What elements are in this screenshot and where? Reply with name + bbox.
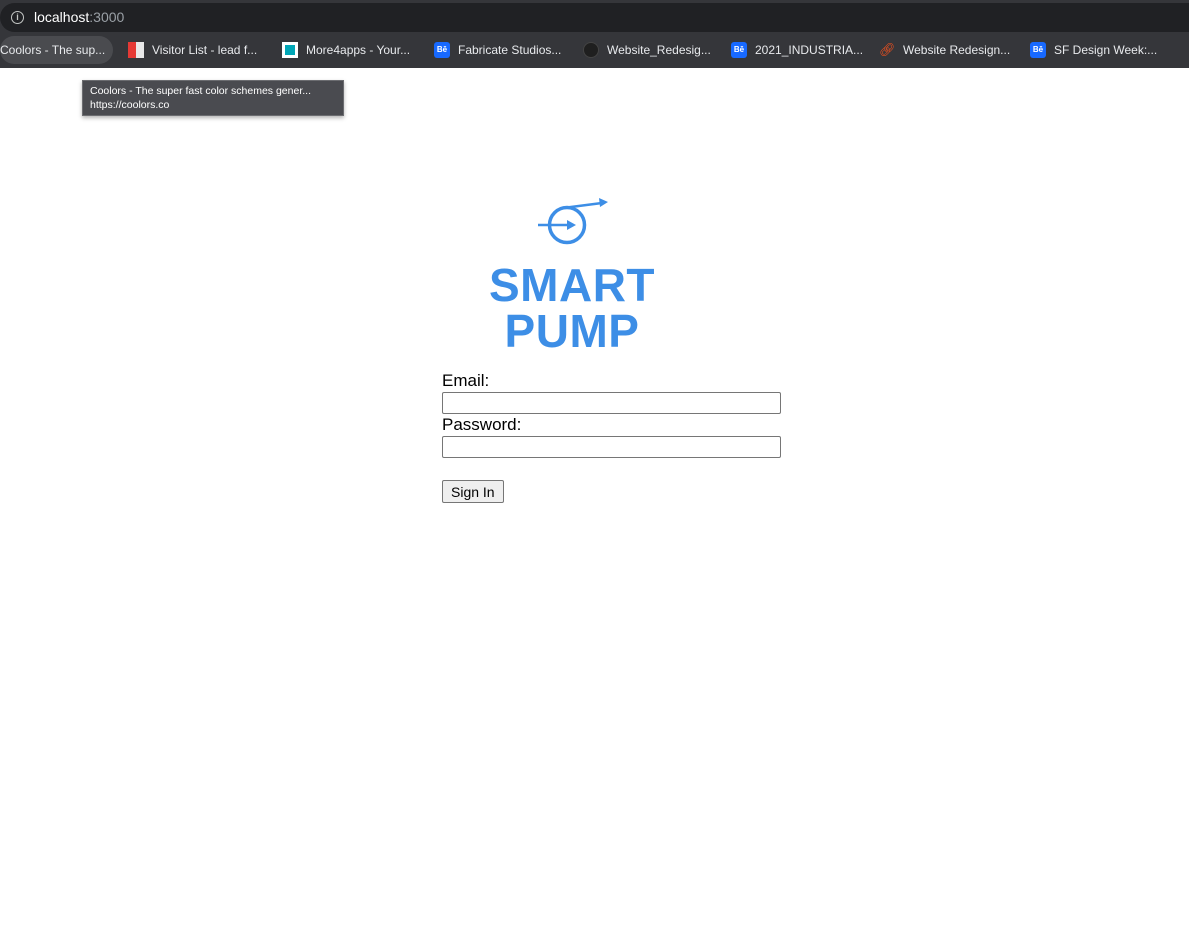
email-field[interactable] [442,392,781,414]
behance-icon: Bē [434,41,450,58]
logo-text-pump: PUMP [504,305,640,357]
bookmark-label: Website_Redesig... [607,43,711,57]
bookmark-label: Fabricate Studios... [458,43,562,57]
bookmark-tooltip: Coolors - The super fast color schemes g… [82,80,344,116]
bookmark-website-redesign[interactable]: 🔗︎ Website Redesign... [879,36,1010,64]
bookmark-label: Visitor List - lead f... [152,43,258,57]
info-icon[interactable]: i [11,11,24,24]
behance-icon: Bē [1030,41,1046,58]
bookmark-label: Coolors - The sup... [0,43,106,57]
bookmark-website-redesign-notion[interactable]: Website_Redesig... [583,36,711,64]
link-icon: 🔗︎ [879,41,896,57]
bookmark-label: 2021_INDUSTRIA... [755,43,864,57]
bookmarks-bar: Coolors - The sup... Visitor List - lead… [0,36,1189,64]
password-label: Password: [442,415,522,434]
logo-text-smart: SMART [488,259,656,311]
bookmark-fabricate[interactable]: Bē Fabricate Studios... [434,36,561,64]
bookmark-visitor-list[interactable]: Visitor List - lead f... [128,36,257,64]
bookmark-coolors[interactable]: Coolors - The sup... [0,36,114,64]
bookmark-more4apps[interactable]: More4apps - Your... [282,36,410,64]
pump-icon [538,198,608,245]
browser-chrome: i localhost:3000 Coolors - The sup... Vi… [0,0,1189,68]
address-bar[interactable]: i localhost:3000 [0,3,1189,32]
bookmark-label: More4apps - Your... [306,43,411,57]
url-host: localhost [34,9,90,25]
email-label: Email: [442,371,490,390]
leadfeeder-icon [128,41,144,58]
behance-icon: Bē [731,41,747,58]
sign-in-form: Email: Password: [442,370,782,458]
notion-icon [583,41,599,58]
password-field[interactable] [442,436,781,458]
bookmark-industrial[interactable]: Bē 2021_INDUSTRIA... [731,36,863,64]
bookmark-sf-design-week[interactable]: Bē SF Design Week:... [1030,36,1157,64]
tooltip-url: https://coolors.co [90,99,170,111]
tooltip-title: Coolors - The super fast color schemes g… [90,85,311,97]
sign-in-button[interactable]: Sign In [442,480,504,503]
url-port: :3000 [89,9,125,25]
more4apps-icon [282,41,298,58]
url-text[interactable]: localhost:3000 [34,9,124,25]
bookmark-label: SF Design Week:... [1054,43,1158,57]
bookmark-label: Website Redesign... [903,43,1011,57]
